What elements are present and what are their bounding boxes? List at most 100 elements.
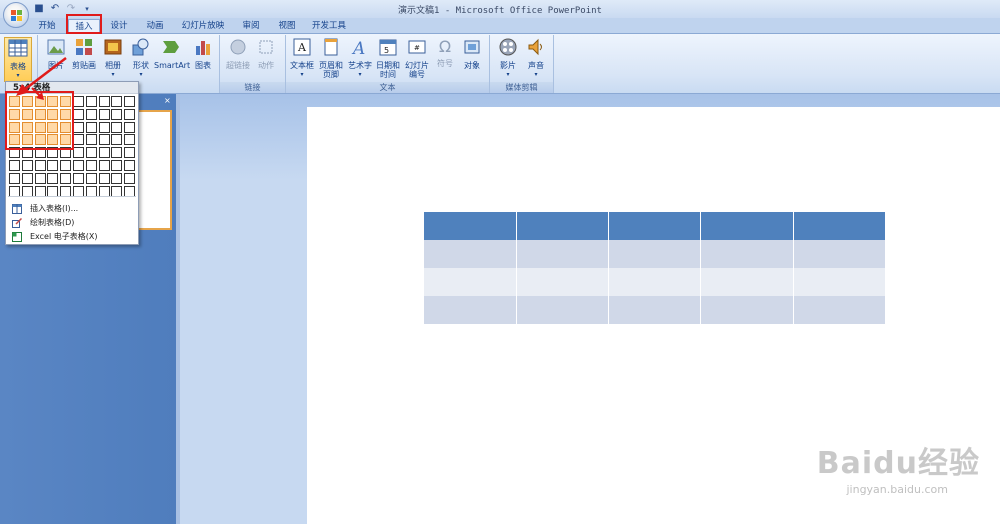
- undo-icon[interactable]: ↶: [49, 3, 61, 15]
- table-grid-cell[interactable]: [124, 96, 136, 107]
- table-grid-cell[interactable]: [34, 172, 46, 184]
- tab-developer[interactable]: 开发工具: [307, 19, 351, 34]
- table-cell[interactable]: [516, 212, 610, 240]
- table-grid-cell[interactable]: [47, 185, 59, 197]
- table-grid-cell[interactable]: [73, 172, 84, 184]
- table-grid-cell[interactable]: [85, 147, 97, 159]
- table-grid-cell[interactable]: [111, 172, 123, 184]
- header-footer-button[interactable]: 页眉和 页脚: [316, 37, 346, 79]
- save-icon[interactable]: ■: [33, 3, 45, 15]
- table-grid-cell[interactable]: [9, 160, 20, 171]
- datetime-button[interactable]: 5 日期和 时间: [374, 37, 402, 79]
- table-grid-cell[interactable]: [73, 108, 84, 120]
- table-grid-cell[interactable]: [98, 134, 110, 146]
- table-grid-cell[interactable]: [85, 96, 97, 107]
- album-button[interactable]: 相册 ▾: [100, 37, 126, 79]
- slide-table[interactable]: [424, 212, 887, 324]
- table-grid-cell[interactable]: [98, 147, 110, 159]
- tab-design[interactable]: 设计: [104, 19, 134, 34]
- table-grid-cell[interactable]: [60, 185, 72, 197]
- table-grid-cell[interactable]: [124, 160, 136, 171]
- table-cell[interactable]: [700, 212, 794, 240]
- table-grid-cell[interactable]: [124, 147, 136, 159]
- table-grid-cell[interactable]: [21, 185, 33, 197]
- textbox-button[interactable]: A 文本框 ▾: [288, 37, 316, 79]
- table-cell[interactable]: [793, 296, 887, 324]
- shapes-button[interactable]: 形状 ▾: [128, 37, 154, 79]
- table-cell[interactable]: [700, 240, 794, 268]
- table-grid-cell[interactable]: [73, 147, 84, 159]
- table-grid-cell[interactable]: [85, 160, 97, 171]
- insert-table-menu-item[interactable]: 插入表格(I)...: [8, 202, 136, 216]
- table-grid-cell[interactable]: [124, 108, 136, 120]
- table-grid-cell[interactable]: [111, 134, 123, 146]
- table-grid-cell[interactable]: [34, 160, 46, 171]
- table-grid-cell[interactable]: [111, 108, 123, 120]
- table-grid-cell[interactable]: [111, 121, 123, 133]
- wordart-button[interactable]: A 艺术字 ▾: [346, 37, 374, 79]
- table-cell[interactable]: [608, 296, 702, 324]
- table-cell[interactable]: [424, 268, 517, 296]
- office-button[interactable]: [3, 2, 29, 28]
- table-grid-cell[interactable]: [124, 185, 136, 197]
- table-grid-cell[interactable]: [124, 172, 136, 184]
- table-grid-cell[interactable]: [124, 121, 136, 133]
- table-grid-cell[interactable]: [98, 160, 110, 171]
- tab-slideshow[interactable]: 幻灯片放映: [176, 19, 230, 34]
- table-cell[interactable]: [424, 212, 517, 240]
- table-grid-cell[interactable]: [85, 185, 97, 197]
- table-cell[interactable]: [608, 212, 702, 240]
- table-grid-cell[interactable]: [124, 134, 136, 146]
- table-grid-cell[interactable]: [111, 147, 123, 159]
- table-grid-cell[interactable]: [98, 108, 110, 120]
- hyperlink-button[interactable]: 超链接: [224, 37, 252, 70]
- table-grid-cell[interactable]: [85, 121, 97, 133]
- table-grid-cell[interactable]: [98, 121, 110, 133]
- table-grid-cell[interactable]: [47, 160, 59, 171]
- sound-button[interactable]: 声音 ▾: [522, 37, 550, 79]
- table-grid-cell[interactable]: [111, 185, 123, 197]
- table-grid-cell[interactable]: [111, 160, 123, 171]
- table-grid-cell[interactable]: [47, 172, 59, 184]
- tab-review[interactable]: 审阅: [236, 19, 266, 34]
- table-grid-cell[interactable]: [111, 96, 123, 107]
- excel-spreadsheet-menu-item[interactable]: Excel 电子表格(X): [8, 230, 136, 244]
- table-grid-cell[interactable]: [34, 185, 46, 197]
- table-grid-cell[interactable]: [85, 134, 97, 146]
- table-grid-cell[interactable]: [73, 160, 84, 171]
- tab-home[interactable]: 开始: [32, 19, 62, 34]
- table-grid-cell[interactable]: [21, 160, 33, 171]
- table-cell[interactable]: [608, 240, 702, 268]
- table-grid-cell[interactable]: [60, 160, 72, 171]
- table-cell[interactable]: [608, 268, 702, 296]
- table-grid-cell[interactable]: [73, 121, 84, 133]
- table-grid-cell[interactable]: [60, 172, 72, 184]
- table-cell[interactable]: [424, 296, 517, 324]
- smartart-button[interactable]: SmartArt: [154, 37, 190, 70]
- object-button[interactable]: 对象: [458, 37, 486, 70]
- symbol-button[interactable]: Ω 符号: [432, 37, 458, 68]
- table-grid-cell[interactable]: [85, 108, 97, 120]
- close-icon[interactable]: ×: [164, 96, 171, 105]
- table-grid-cell[interactable]: [98, 96, 110, 107]
- table-cell[interactable]: [424, 240, 517, 268]
- draw-table-menu-item[interactable]: 绘制表格(D): [8, 216, 136, 230]
- table-grid-cell[interactable]: [98, 172, 110, 184]
- table-grid-cell[interactable]: [9, 185, 20, 197]
- table-grid-cell[interactable]: [73, 96, 84, 107]
- slide-number-button[interactable]: # 幻灯片 编号: [402, 37, 432, 79]
- tab-view[interactable]: 视图: [272, 19, 302, 34]
- movie-button[interactable]: 影片 ▾: [494, 37, 522, 79]
- chart-button[interactable]: 图表: [190, 37, 216, 70]
- table-cell[interactable]: [793, 212, 887, 240]
- table-grid-cell[interactable]: [9, 172, 20, 184]
- table-grid-cell[interactable]: [85, 172, 97, 184]
- table-cell[interactable]: [516, 268, 610, 296]
- table-cell[interactable]: [793, 240, 887, 268]
- table-cell[interactable]: [793, 268, 887, 296]
- clipart-button[interactable]: 剪贴画: [70, 37, 98, 70]
- table-cell[interactable]: [700, 296, 794, 324]
- action-button[interactable]: 动作: [252, 37, 280, 70]
- table-grid-cell[interactable]: [73, 185, 84, 197]
- table-cell[interactable]: [700, 268, 794, 296]
